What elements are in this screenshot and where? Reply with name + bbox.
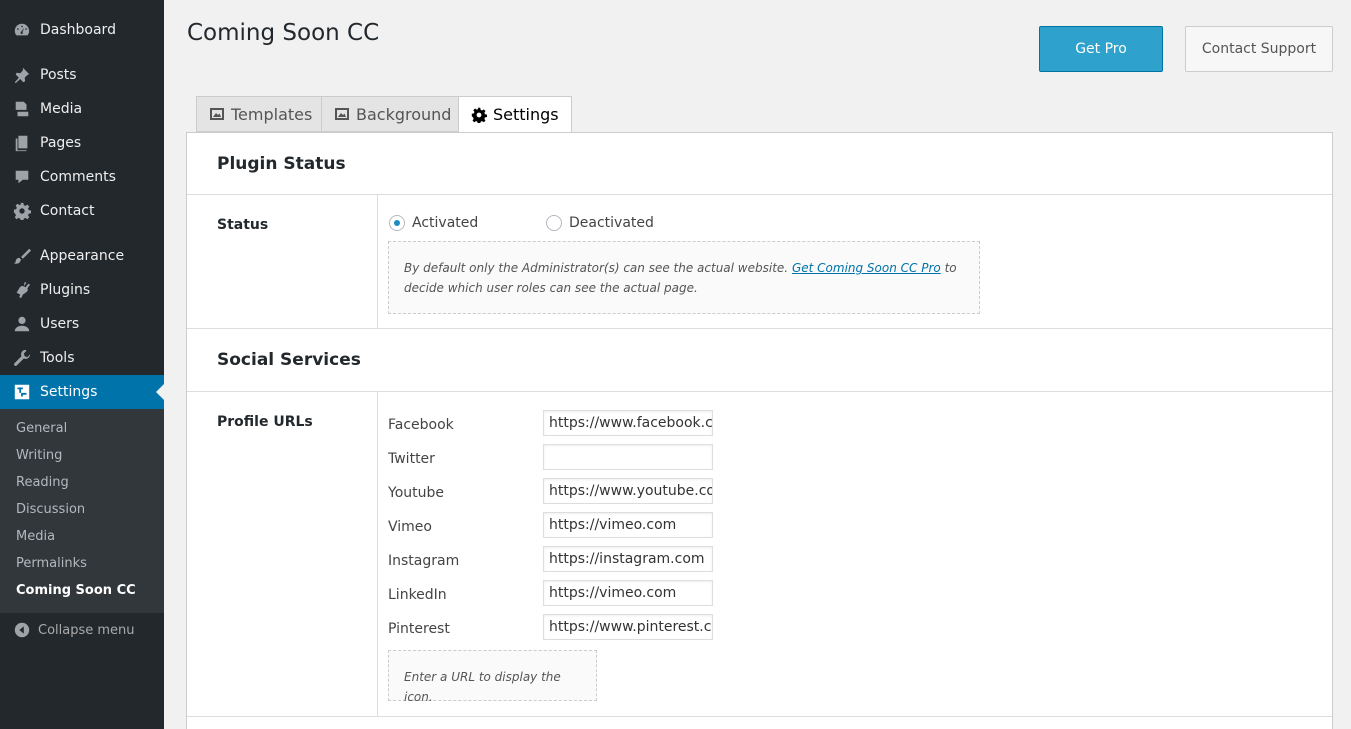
- menu-label: Dashboard: [40, 22, 116, 38]
- submenu-reading[interactable]: Reading: [16, 473, 69, 493]
- tab-background[interactable]: Background: [321, 96, 465, 132]
- menu-label: Plugins: [40, 282, 91, 298]
- facebook-url-input[interactable]: https://www.facebook.com: [543, 410, 713, 436]
- gear-icon: [12, 201, 32, 221]
- admin-sidebar: Dashboard Posts Media Pages Comments Con…: [0, 0, 164, 729]
- submenu-permalinks[interactable]: Permalinks: [16, 554, 87, 574]
- menu-label: Posts: [40, 67, 77, 83]
- settings-panel: Plugin Status Status Activated Deactivat…: [186, 132, 1333, 729]
- collapse-menu-button[interactable]: Collapse menu: [0, 618, 164, 642]
- status-note: By default only the Administrator(s) can…: [388, 241, 980, 314]
- brush-icon: [12, 246, 32, 266]
- divider: [377, 392, 378, 717]
- wrench-icon: [12, 348, 32, 368]
- image-icon: [334, 106, 350, 122]
- menu-label: Settings: [40, 384, 98, 400]
- note-text: By default only the Administrator(s) can…: [404, 261, 789, 275]
- menu-label: Media: [40, 101, 83, 117]
- menu-tools[interactable]: Tools: [0, 341, 164, 375]
- menu-media[interactable]: Media: [0, 92, 164, 126]
- hint-text: Enter a URL to display the icon.: [404, 670, 561, 704]
- menu-dashboard[interactable]: Dashboard: [0, 13, 164, 47]
- divider: [187, 716, 1332, 717]
- instagram-url-input[interactable]: https://instagram.com: [543, 546, 713, 572]
- instagram-label: Instagram: [388, 553, 460, 569]
- menu-users[interactable]: Users: [0, 307, 164, 341]
- plugin-status-heading: Plugin Status: [187, 133, 1332, 195]
- media-icon: [12, 99, 32, 119]
- user-icon: [12, 314, 32, 334]
- menu-appearance[interactable]: Appearance: [0, 239, 164, 273]
- contact-support-button[interactable]: Contact Support: [1185, 26, 1333, 72]
- tab-settings[interactable]: Settings: [458, 96, 572, 133]
- gear-icon: [471, 107, 487, 123]
- submenu-writing[interactable]: Writing: [16, 446, 62, 466]
- social-hint: Enter a URL to display the icon.: [388, 650, 597, 704]
- tab-label: Settings: [493, 105, 559, 124]
- radio-unchecked[interactable]: [546, 215, 562, 231]
- dashboard-icon: [12, 20, 32, 40]
- settings-submenu: General Writing Reading Discussion Media…: [0, 409, 164, 613]
- submenu-media[interactable]: Media: [16, 527, 55, 547]
- linkedin-label: LinkedIn: [388, 587, 447, 603]
- pinterest-url-input[interactable]: https://www.pinterest.com: [543, 614, 713, 640]
- comment-icon: [12, 167, 32, 187]
- settings-icon: [12, 382, 32, 402]
- linkedin-url-input[interactable]: https://vimeo.com: [543, 580, 713, 606]
- pinterest-label: Pinterest: [388, 621, 450, 637]
- page-title: Coming Soon CC: [187, 20, 380, 46]
- vimeo-url-input[interactable]: https://vimeo.com: [543, 512, 713, 538]
- menu-plugins[interactable]: Plugins: [0, 273, 164, 307]
- menu-contact[interactable]: Contact: [0, 194, 164, 228]
- tab-label: Background: [356, 104, 452, 124]
- activated-radio[interactable]: Activated: [389, 215, 478, 231]
- divider: [377, 195, 378, 329]
- radio-label: Activated: [412, 215, 479, 231]
- menu-label: Pages: [40, 135, 82, 151]
- tab-templates[interactable]: Templates: [196, 96, 326, 132]
- facebook-label: Facebook: [388, 417, 454, 433]
- menu-label: Comments: [40, 169, 116, 185]
- submenu-discussion[interactable]: Discussion: [16, 500, 85, 520]
- twitter-url-input[interactable]: [543, 444, 713, 470]
- youtube-url-input[interactable]: https://www.youtube.com: [543, 478, 713, 504]
- get-pro-link[interactable]: Get Coming Soon CC Pro: [792, 261, 941, 275]
- plug-icon: [12, 280, 32, 300]
- vimeo-label: Vimeo: [388, 519, 432, 535]
- tab-label: Templates: [231, 104, 313, 124]
- status-label: Status: [217, 217, 269, 233]
- twitter-label: Twitter: [388, 451, 435, 467]
- collapse-label: Collapse menu: [38, 622, 135, 638]
- submenu-coming-soon-cc[interactable]: Coming Soon CC: [16, 581, 136, 601]
- menu-comments[interactable]: Comments: [0, 160, 164, 194]
- menu-label: Tools: [40, 350, 75, 366]
- social-services-heading: Social Services: [187, 329, 1332, 392]
- menu-label: Users: [40, 316, 80, 332]
- deactivated-radio[interactable]: Deactivated: [546, 215, 654, 231]
- menu-posts[interactable]: Posts: [0, 58, 164, 92]
- radio-label: Deactivated: [569, 215, 654, 231]
- menu-label: Contact: [40, 203, 95, 219]
- menu-label: Appearance: [40, 248, 125, 264]
- pin-icon: [12, 65, 32, 85]
- submenu-general[interactable]: General: [16, 419, 67, 439]
- collapse-icon: [14, 622, 30, 638]
- menu-settings[interactable]: Settings: [0, 375, 164, 409]
- pages-icon: [12, 133, 32, 153]
- image-icon: [209, 106, 225, 122]
- radio-checked[interactable]: [389, 215, 405, 231]
- menu-pages[interactable]: Pages: [0, 126, 164, 160]
- profile-urls-label: Profile URLs: [217, 414, 313, 430]
- youtube-label: Youtube: [388, 485, 444, 501]
- get-pro-button[interactable]: Get Pro: [1039, 26, 1163, 72]
